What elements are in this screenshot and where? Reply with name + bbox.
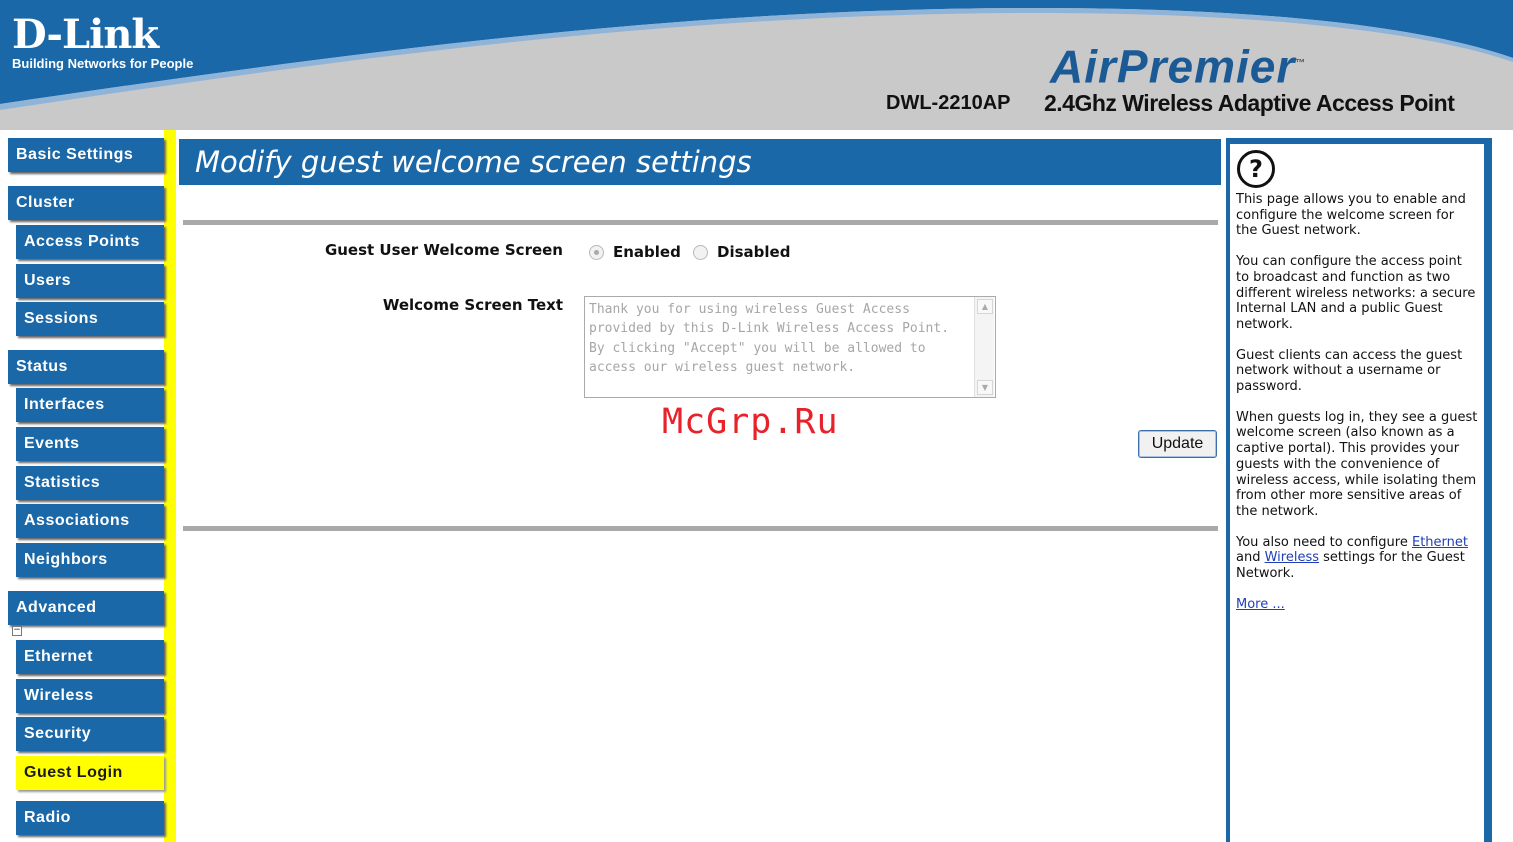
- sidebar-item-associations[interactable]: Associations: [16, 504, 164, 538]
- help-more-paragraph: More ...: [1236, 597, 1478, 613]
- help-panel: ? This page allows you to enable and con…: [1230, 144, 1484, 842]
- welcome-text-area[interactable]: Thank you for using wireless Guest Acces…: [584, 296, 996, 398]
- sidebar-item-advanced[interactable]: Advanced: [8, 591, 164, 625]
- welcome-text-label: Welcome Screen Text: [382, 296, 563, 314]
- page-title: Modify guest welcome screen settings: [195, 145, 752, 179]
- enabled-radio-label[interactable]: Enabled: [613, 243, 681, 261]
- sidebar-item-cluster[interactable]: Cluster: [8, 186, 164, 220]
- product-brand-logo: AirPremier™: [1050, 38, 1306, 92]
- sidebar-item-access-points[interactable]: Access Points: [16, 225, 164, 259]
- enabled-radio[interactable]: [589, 245, 604, 260]
- update-button[interactable]: Update: [1138, 430, 1217, 458]
- textarea-scrollbar[interactable]: ▲ ▼: [974, 297, 994, 397]
- sidebar-item-events[interactable]: Events: [16, 427, 164, 461]
- watermark-text: McGrp.Ru: [662, 402, 839, 442]
- divider-top: [183, 220, 1218, 225]
- product-description: 2.4Ghz Wireless Adaptive Access Point: [1044, 90, 1455, 116]
- sidebar-item-status[interactable]: Status: [8, 350, 164, 384]
- main-content: Modify guest welcome screen settings Gue…: [176, 130, 1226, 842]
- logo-name: D-Link: [12, 11, 159, 58]
- sidebar-item-basic-settings[interactable]: Basic Settings: [8, 138, 164, 172]
- logo-tagline: Building Networks for People: [12, 56, 194, 71]
- sidebar-item-security[interactable]: Security: [16, 717, 164, 751]
- scroll-down-arrow-icon[interactable]: ▼: [977, 380, 993, 395]
- help-question-icon: ?: [1237, 150, 1275, 188]
- header-banner: D-Link Building Networks for People AirP…: [0, 0, 1513, 130]
- product-brand-text: AirPremier: [1050, 40, 1296, 93]
- product-model: DWL-2210AP: [886, 92, 1011, 114]
- help-paragraph: You can configure the access point to br…: [1236, 254, 1476, 332]
- help-paragraph: When guests log in, they see a guest wel…: [1236, 409, 1478, 519]
- trademark-symbol: ™: [1295, 58, 1307, 69]
- sidebar-item-guest-login[interactable]: Guest Login: [16, 756, 164, 790]
- sidebar-item-ethernet[interactable]: Ethernet: [16, 640, 164, 674]
- sidebar-item-interfaces[interactable]: Interfaces: [16, 388, 164, 422]
- divider-bottom: [183, 526, 1218, 531]
- sidebar-item-sessions[interactable]: Sessions: [16, 302, 164, 336]
- sidebar-item-neighbors[interactable]: Neighbors: [16, 543, 164, 577]
- guest-screen-label: Guest User Welcome Screen: [324, 241, 563, 259]
- sidebar-item-wireless[interactable]: Wireless: [16, 679, 164, 713]
- page-title-bar: Modify guest welcome screen settings: [179, 139, 1221, 185]
- help-text: You also need to configure: [1236, 534, 1408, 550]
- wireless-link[interactable]: Wireless: [1265, 550, 1319, 565]
- sidebar-item-radio[interactable]: Radio: [16, 801, 164, 835]
- help-paragraph-config: You also need to configure Ethernet and …: [1236, 535, 1478, 582]
- more-link[interactable]: More ...: [1236, 597, 1285, 612]
- help-paragraph: Guest clients can access the guest netwo…: [1236, 347, 1463, 395]
- ethernet-link[interactable]: Ethernet: [1412, 535, 1468, 550]
- help-paragraph: This page allows you to enable and confi…: [1236, 192, 1466, 239]
- help-text: and: [1236, 550, 1261, 566]
- right-margin: [1492, 130, 1513, 842]
- disabled-radio[interactable]: [693, 245, 708, 260]
- collapse-icon[interactable]: −: [12, 626, 22, 636]
- dlink-logo: D-Link Building Networks for People: [12, 11, 194, 72]
- sidebar-nav: Basic Settings Cluster Access Points Use…: [0, 130, 176, 842]
- sidebar-item-statistics[interactable]: Statistics: [16, 466, 164, 500]
- sidebar-accent-bar: [164, 130, 176, 842]
- sidebar-item-users[interactable]: Users: [16, 264, 164, 298]
- help-panel-frame: ? This page allows you to enable and con…: [1226, 138, 1492, 842]
- disabled-radio-label[interactable]: Disabled: [717, 243, 790, 261]
- scroll-up-arrow-icon[interactable]: ▲: [977, 299, 993, 314]
